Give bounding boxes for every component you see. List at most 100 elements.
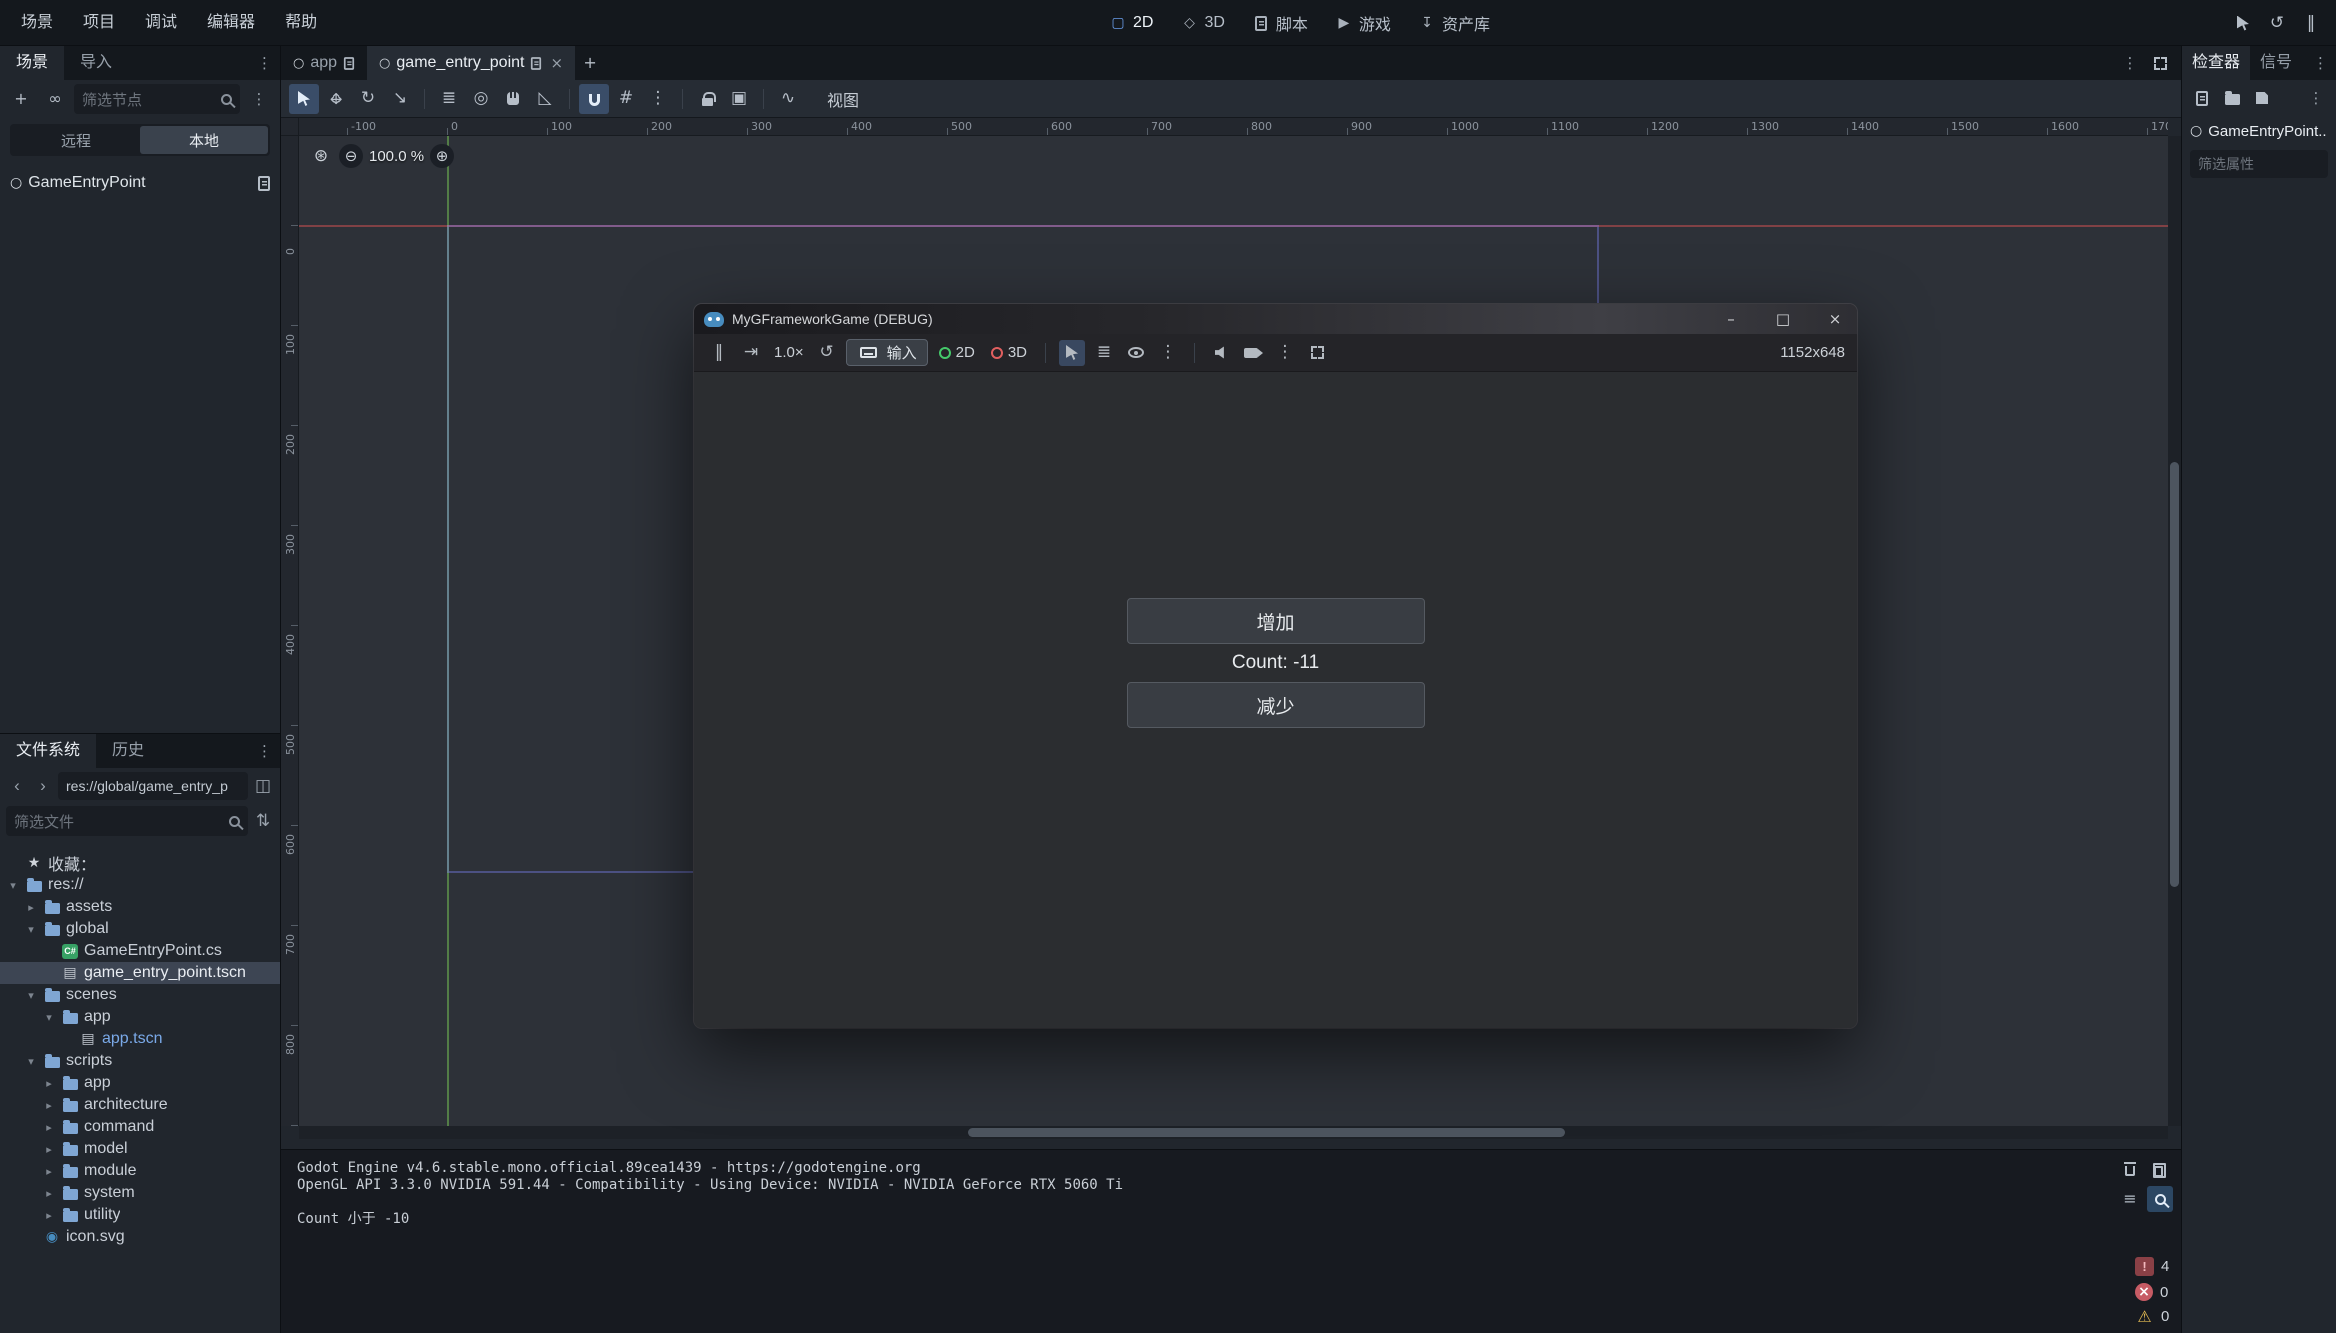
menubar-item[interactable]: 编辑器 bbox=[192, 0, 270, 46]
tab-filesystem[interactable]: 文件系统 bbox=[0, 734, 96, 768]
file-row[interactable]: ▸app bbox=[0, 1072, 280, 1094]
file-row[interactable]: ◉icon.svg bbox=[0, 1226, 280, 1248]
menubar-item[interactable]: 项目 bbox=[68, 0, 130, 46]
game-window-titlebar[interactable]: MyGFrameworkGame (DEBUG) – □ × bbox=[694, 304, 1857, 334]
tree-arrow-icon[interactable]: ▸ bbox=[42, 1143, 56, 1156]
file-row[interactable]: ▸utility bbox=[0, 1204, 280, 1226]
next-frame-button[interactable]: ⇥ bbox=[738, 340, 764, 366]
file-row[interactable]: ▤app.tscn bbox=[0, 1028, 280, 1050]
rotate-tool-button[interactable]: ↻ bbox=[353, 84, 383, 114]
lock-tool-button[interactable] bbox=[692, 84, 722, 114]
speaker-button[interactable] bbox=[1208, 340, 1234, 366]
eye-button[interactable] bbox=[1123, 340, 1149, 366]
scene-tab-app[interactable]: ○ app bbox=[281, 46, 367, 80]
maximize-button[interactable]: □ bbox=[1761, 304, 1805, 334]
restart-button[interactable]: ↺ bbox=[2262, 8, 2292, 38]
remote-tab[interactable]: 远程 bbox=[12, 126, 140, 154]
mode-2d-button[interactable]: 2D bbox=[934, 344, 980, 361]
tab-signals[interactable]: 信号 bbox=[2250, 46, 2302, 80]
camera-button[interactable] bbox=[1240, 340, 1266, 366]
vertical-scrollbar[interactable] bbox=[2168, 136, 2181, 1126]
menu-button[interactable]: ⋮ bbox=[1155, 340, 1181, 366]
file-row[interactable]: ▾res:// bbox=[0, 874, 280, 896]
tree-arrow-icon[interactable]: ▾ bbox=[6, 879, 20, 892]
file-row[interactable]: ▸module bbox=[0, 1160, 280, 1182]
inspector-dock-menu-icon[interactable]: ⋮ bbox=[2313, 56, 2328, 71]
pause-button[interactable]: ‖ bbox=[706, 340, 732, 366]
scene-dock-menu-icon[interactable]: ⋮ bbox=[257, 56, 272, 71]
horizontal-scrollbar[interactable] bbox=[299, 1126, 2168, 1139]
file-row[interactable]: ★收藏： bbox=[0, 852, 280, 874]
file-row[interactable]: ▸model bbox=[0, 1138, 280, 1160]
sort-files-icon[interactable]: ⇅ bbox=[252, 809, 274, 833]
mode-3d-button[interactable]: 3D bbox=[986, 344, 1032, 361]
tree-arrow-icon[interactable]: ▸ bbox=[42, 1121, 56, 1134]
new-scene-tab-button[interactable]: + bbox=[575, 48, 605, 78]
back-button[interactable]: ‹ bbox=[6, 774, 28, 798]
close-tab-icon[interactable]: × bbox=[550, 56, 563, 71]
view-menu-button[interactable]: 视图 bbox=[817, 87, 869, 111]
save-resource-button[interactable] bbox=[2250, 86, 2274, 110]
list-select-tool-button[interactable]: ≣ bbox=[434, 84, 464, 114]
open-script-icon[interactable] bbox=[258, 176, 270, 191]
bone-tool-button[interactable]: ∿ bbox=[773, 84, 803, 114]
workspace-tab-资产库[interactable]: ↧资产库 bbox=[1409, 6, 1498, 40]
scrollbar-thumb[interactable] bbox=[968, 1128, 1565, 1137]
input-toggle-button[interactable]: 输入 bbox=[846, 339, 928, 366]
playtest-cursor-button[interactable] bbox=[2228, 8, 2258, 38]
search-output-button[interactable] bbox=[2147, 1186, 2173, 1212]
select-tool-button[interactable] bbox=[289, 84, 319, 114]
add-node-button[interactable]: + bbox=[6, 84, 36, 114]
file-row[interactable]: ▸command bbox=[0, 1116, 280, 1138]
tree-arrow-icon[interactable]: ▾ bbox=[42, 1011, 56, 1024]
ruler-tool-tool-button[interactable]: ◺ bbox=[530, 84, 560, 114]
error-count-badge[interactable]: 0 bbox=[2135, 1283, 2170, 1301]
reset-button[interactable]: ↺ bbox=[814, 340, 840, 366]
pause-button[interactable]: ‖ bbox=[2296, 8, 2326, 38]
tree-arrow-icon[interactable]: ▸ bbox=[42, 1077, 56, 1090]
close-button[interactable]: × bbox=[1813, 304, 1857, 334]
file-row[interactable]: ▸system bbox=[0, 1182, 280, 1204]
file-row[interactable]: ▸assets bbox=[0, 896, 280, 918]
menu2-button[interactable]: ⋮ bbox=[1272, 340, 1298, 366]
tab-scene[interactable]: 场景 bbox=[0, 46, 64, 80]
filter-nodes-input[interactable]: 筛选节点 bbox=[74, 84, 240, 114]
pan-tool-button[interactable] bbox=[498, 84, 528, 114]
tree-arrow-icon[interactable]: ▸ bbox=[42, 1209, 56, 1222]
path-field[interactable]: res://global/game_entry_p bbox=[58, 772, 248, 800]
workspace-tab-游戏[interactable]: ▶游戏 bbox=[1326, 6, 1399, 40]
zoom-in-button[interactable]: ⊕ bbox=[430, 144, 454, 168]
split-view-icon[interactable]: ◫ bbox=[252, 774, 274, 798]
file-row[interactable]: ▤game_entry_point.tscn bbox=[0, 962, 280, 984]
file-row[interactable]: ▾scripts bbox=[0, 1050, 280, 1072]
forward-button[interactable]: › bbox=[32, 774, 54, 798]
node-list-button[interactable]: ≣ bbox=[1091, 340, 1117, 366]
workspace-tab-3d[interactable]: ◇3D bbox=[1171, 8, 1232, 38]
pivot-tool-button[interactable]: ◎ bbox=[466, 84, 496, 114]
copy-output-button[interactable] bbox=[2147, 1156, 2173, 1182]
clear-output-button[interactable] bbox=[2117, 1156, 2143, 1182]
tree-arrow-icon[interactable]: ▸ bbox=[24, 901, 38, 914]
filter-files-input[interactable]: 筛选文件 bbox=[6, 806, 248, 836]
zoom-percent[interactable]: 100.0 % bbox=[369, 148, 424, 165]
collapse-duplicates-button[interactable]: ≡ bbox=[2117, 1186, 2143, 1212]
instance-scene-button[interactable]: ∞ bbox=[40, 84, 70, 114]
fullscreen-button[interactable] bbox=[1304, 340, 1330, 366]
inspector-menu-button[interactable]: ⋮ bbox=[2304, 86, 2328, 110]
menubar-item[interactable]: 调试 bbox=[130, 0, 192, 46]
group-tool-button[interactable]: ▣ bbox=[724, 84, 754, 114]
scene-tab-game-entry-point[interactable]: ○ game_entry_point × bbox=[367, 46, 575, 80]
filter-properties-input[interactable]: 筛选属性 bbox=[2190, 150, 2328, 178]
scale-tool-button[interactable]: ↘ bbox=[385, 84, 415, 114]
decrease-button[interactable]: 减少 bbox=[1127, 682, 1425, 728]
zoom-out-button[interactable]: ⊖ bbox=[339, 144, 363, 168]
filesystem-menu-icon[interactable]: ⋮ bbox=[257, 744, 272, 759]
snap-menu-tool-button[interactable]: ⋮ bbox=[643, 84, 673, 114]
tree-arrow-icon[interactable]: ▾ bbox=[24, 923, 38, 936]
message-count-badge[interactable]: 4 bbox=[2135, 1257, 2171, 1276]
minimize-button[interactable]: – bbox=[1709, 304, 1753, 334]
tree-arrow-icon[interactable]: ▾ bbox=[24, 1055, 38, 1068]
scene-toolbar-menu-button[interactable]: ⋮ bbox=[244, 84, 274, 114]
load-resource-button[interactable] bbox=[2220, 86, 2244, 110]
workspace-tab-脚本[interactable]: 脚本 bbox=[1243, 6, 1316, 40]
